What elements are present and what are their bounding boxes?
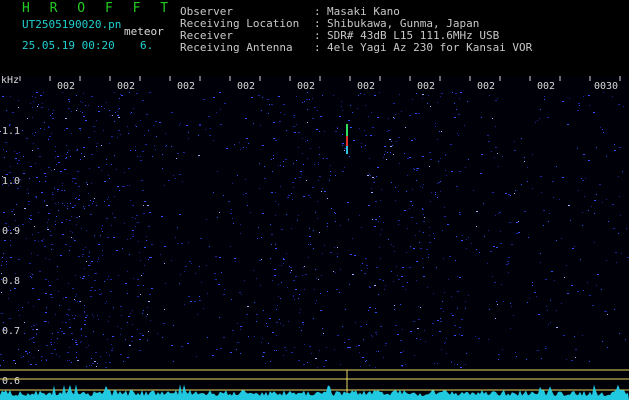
time-ticks bbox=[19, 76, 621, 81]
detect-label: meteor bbox=[124, 25, 164, 38]
antenna-label: Receiving Antenna bbox=[180, 41, 293, 54]
y-tick-label: 1.0 bbox=[2, 176, 20, 187]
time-tick-label: 002 bbox=[417, 81, 435, 92]
antenna-sep: : bbox=[314, 41, 321, 54]
header-panel: H R O F F T UT2505190020.pn meteor 25.05… bbox=[0, 0, 629, 76]
detect-count: 6. bbox=[140, 39, 154, 52]
time-tick-label: 002 bbox=[237, 81, 255, 92]
spectrogram-background bbox=[0, 76, 629, 400]
app-title: H R O F F T bbox=[22, 1, 175, 16]
time-tick-label: 002 bbox=[297, 81, 315, 92]
y-tick-label: 0.6 bbox=[2, 376, 20, 387]
time-tick-label: 0030 bbox=[594, 81, 618, 92]
spectrogram-view[interactable]: kHz 1.1 1.0 0.9 0.8 0.7 0.6 002 002 002 … bbox=[0, 76, 629, 400]
time-tick-label: 002 bbox=[177, 81, 195, 92]
y-tick-label: 0.7 bbox=[2, 326, 20, 337]
time-tick-label: 002 bbox=[57, 81, 75, 92]
y-tick-label: 0.9 bbox=[2, 226, 20, 237]
y-tick-label: 1.1 bbox=[2, 126, 20, 137]
antenna-value: 4ele Yagi Az 230 for Kansai VOR bbox=[327, 41, 533, 54]
time-tick-label: 002 bbox=[117, 81, 135, 92]
file-name: UT2505190020.pn bbox=[22, 18, 122, 31]
datetime: 25.05.19 00:20 bbox=[22, 39, 115, 52]
time-tick-label: 002 bbox=[537, 81, 555, 92]
y-tick-label: 0.8 bbox=[2, 276, 20, 287]
time-tick-label: 002 bbox=[477, 81, 495, 92]
axis-unit-label: kHz bbox=[1, 76, 19, 86]
time-tick-label: 002 bbox=[357, 81, 375, 92]
